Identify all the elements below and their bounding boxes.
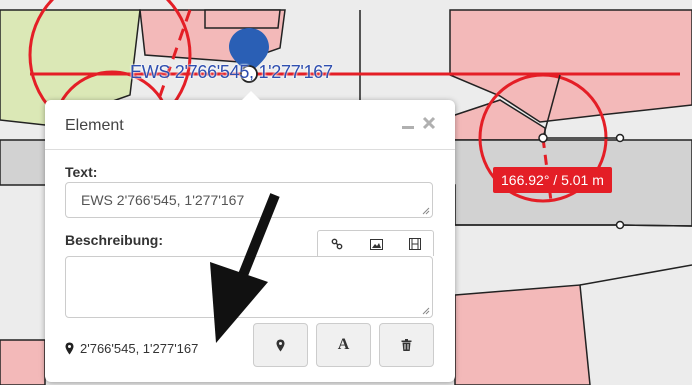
popup-title: Element: [65, 117, 124, 134]
coordinates-text: 2'766'545, 1'277'167: [80, 340, 199, 356]
map-parcel: [204, 9, 281, 29]
resize-grip-icon[interactable]: [422, 307, 430, 315]
resize-grip-icon[interactable]: [422, 207, 430, 215]
vertex-handle-icon[interactable]: [615, 133, 625, 143]
minimize-icon[interactable]: [399, 113, 417, 133]
delete-button[interactable]: [379, 323, 434, 367]
trash-icon: [401, 339, 412, 351]
coordinates-row: 2'766'545, 1'277'167: [65, 338, 198, 358]
map-marker-label: EWS 2'766'545, 1'277'167: [130, 62, 333, 82]
map-marker-icon: [276, 339, 285, 351]
description-field[interactable]: [65, 256, 433, 318]
link-icon[interactable]: [318, 231, 356, 257]
text-field[interactable]: EWS 2'766'545, 1'277'167: [65, 182, 433, 218]
label-style-button[interactable]: A: [316, 323, 371, 367]
vertex-handle-icon[interactable]: [615, 220, 625, 230]
image-icon[interactable]: [357, 231, 395, 257]
text-field-value: EWS 2'766'545, 1'277'167: [81, 192, 245, 208]
element-popup: Element Text: EWS 2'766'545, 1'277'167 B…: [45, 91, 455, 382]
film-icon[interactable]: [396, 231, 434, 257]
measurement-badge: 166.92° / 5.01 m: [493, 167, 612, 193]
text-label: Text:: [65, 164, 98, 180]
media-toolbar: [317, 230, 434, 256]
label-letter: A: [337, 336, 350, 353]
description-label: Beschreibung:: [65, 232, 164, 248]
locate-button[interactable]: [253, 323, 308, 367]
close-icon[interactable]: [420, 113, 438, 133]
vertex-handle-icon[interactable]: [538, 133, 548, 143]
popup-header: Element: [45, 100, 455, 150]
map-parcel: [0, 339, 46, 385]
map-parcel: [454, 284, 591, 385]
map-marker-icon: [65, 342, 74, 354]
